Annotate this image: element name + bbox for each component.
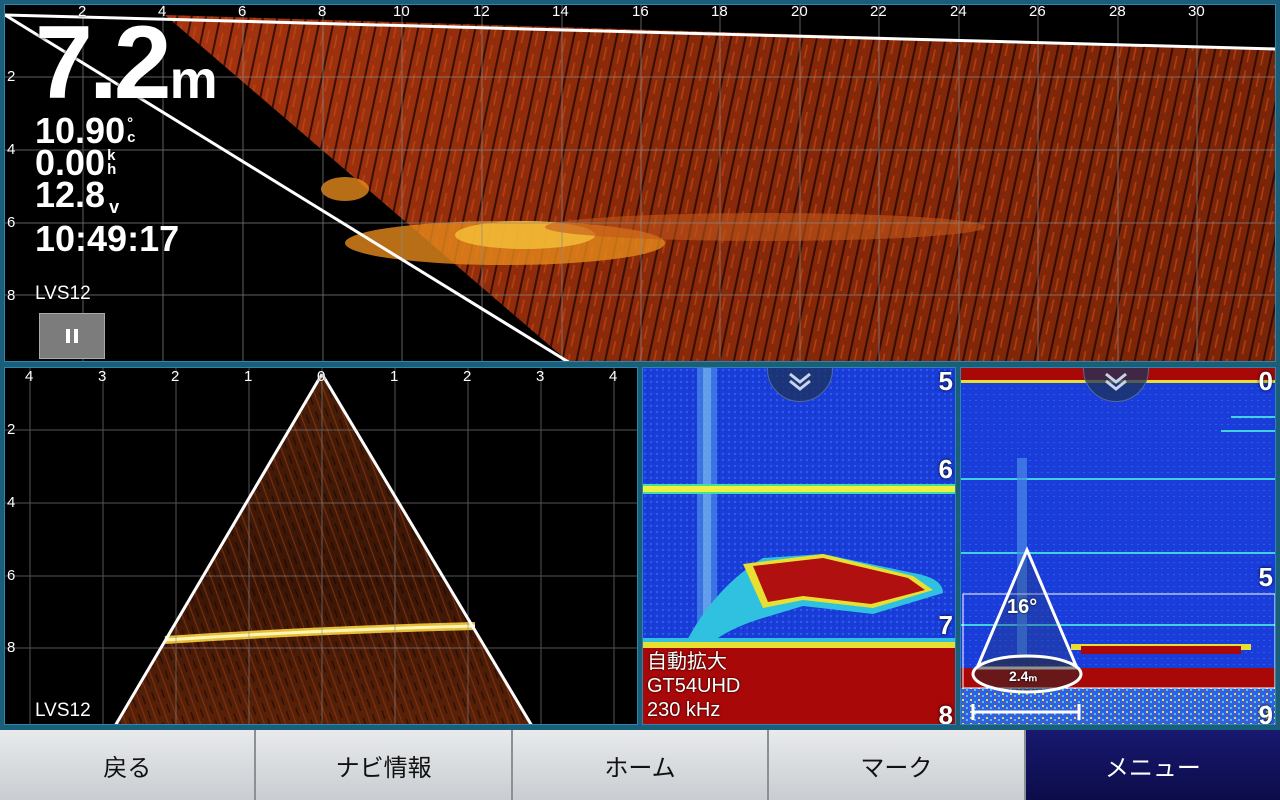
- x-tick: 8: [318, 4, 327, 20]
- mode-label: LVS12: [35, 283, 91, 304]
- frequency-label: 230 kHz: [647, 699, 721, 721]
- depth-value: 7.2: [35, 5, 172, 121]
- y-tick: 4: [7, 494, 16, 511]
- voltage-readout: 12.8 v: [35, 174, 218, 223]
- bottom-nav-bar: 戻る ナビ情報 ホーム マーク メニュー: [0, 730, 1280, 800]
- x-tick: 30: [1188, 4, 1205, 20]
- x-tick: 3: [98, 368, 107, 385]
- x-tick: 0: [317, 368, 326, 385]
- x-tick: 4: [609, 368, 618, 385]
- y-tick: 6: [7, 214, 16, 231]
- down-fan-sonar-pane[interactable]: 4 3 2 1 0 1 2 3 4 2 4 6 8 LVS12: [4, 367, 638, 725]
- back-button[interactable]: 戻る: [0, 730, 257, 800]
- depth-scale-label: 8: [938, 700, 953, 725]
- nav-info-button[interactable]: ナビ情報: [256, 730, 513, 800]
- clock-value: 10:49:17: [35, 218, 180, 259]
- x-tick: 14: [552, 4, 569, 20]
- y-tick: 8: [7, 287, 16, 304]
- transducer-label: GT54UHD: [647, 675, 741, 697]
- x-tick: 3: [536, 368, 545, 385]
- depth-scale-label: 5: [938, 367, 953, 396]
- clock-readout: 10:49:17: [35, 218, 218, 259]
- y-tick: 2: [7, 68, 16, 85]
- y-tick: 4: [7, 141, 16, 158]
- pause-icon: [66, 329, 78, 343]
- y-tick: 6: [7, 567, 16, 584]
- x-tick: 22: [870, 4, 887, 20]
- x-tick: 2: [171, 368, 180, 385]
- chevron-double-down-icon: [1105, 372, 1127, 391]
- x-tick: 18: [711, 4, 728, 20]
- mark-button[interactable]: マーク: [769, 730, 1026, 800]
- x-tick: 2: [463, 368, 472, 385]
- depth-scale-label: 9: [1258, 700, 1273, 725]
- x-tick: 4: [25, 368, 34, 385]
- x-tick: 28: [1109, 4, 1126, 20]
- x-tick: 12: [473, 4, 490, 20]
- home-button[interactable]: ホーム: [512, 730, 770, 800]
- x-tick: 10: [393, 4, 410, 20]
- y-tick: 2: [7, 421, 16, 438]
- cone-width-label: 2.4ₘ: [1009, 668, 1038, 684]
- cone-angle-label: 16°: [1007, 596, 1038, 618]
- x-tick: 1: [390, 368, 399, 385]
- depth-scale-label: 5: [1258, 562, 1273, 592]
- mode-label: LVS12: [35, 700, 91, 721]
- zoom-mode-label: 自動拡大: [647, 651, 727, 673]
- x-tick: 1: [244, 368, 253, 385]
- x-tick: 24: [950, 4, 967, 20]
- uhd-sonar-pane[interactable]: 0 5 9 16° 2.4ₘ: [960, 367, 1276, 725]
- depth-readout: 7.2 m: [35, 11, 218, 115]
- depth-scale-label: 7: [938, 610, 953, 640]
- speed-unit: kh: [107, 147, 117, 178]
- y-tick: 8: [7, 639, 16, 656]
- sonar-info: 自動拡大 GT54UHD 230 kHz: [647, 650, 740, 722]
- x-tick: 6: [238, 4, 247, 20]
- pause-button[interactable]: [39, 313, 105, 359]
- forward-sonar-pane[interactable]: 2 4 6 8 10 12 14 16 18 20 22 24 26 28 30…: [4, 4, 1276, 362]
- chevron-double-down-icon: [789, 372, 811, 391]
- water-temp-unit: °c: [127, 115, 136, 146]
- depth-scale-label: 6: [938, 454, 953, 484]
- fan-sonar-image: [5, 368, 637, 724]
- x-tick: 20: [791, 4, 808, 20]
- voltage-value: 12.8: [35, 174, 106, 215]
- depth-unit: m: [169, 50, 218, 110]
- data-readout: 7.2 m 10.90 °c 0.00 kh 12.8 v 10:49:17: [35, 11, 218, 259]
- x-tick: 26: [1029, 4, 1046, 20]
- menu-button[interactable]: メニュー: [1025, 730, 1280, 800]
- traditional-sonar-pane[interactable]: 5 6 7 8 自動拡大 GT54UHD 230 kHz: [642, 367, 956, 725]
- depth-scale-label: 0: [1258, 367, 1273, 396]
- x-tick: 16: [632, 4, 649, 20]
